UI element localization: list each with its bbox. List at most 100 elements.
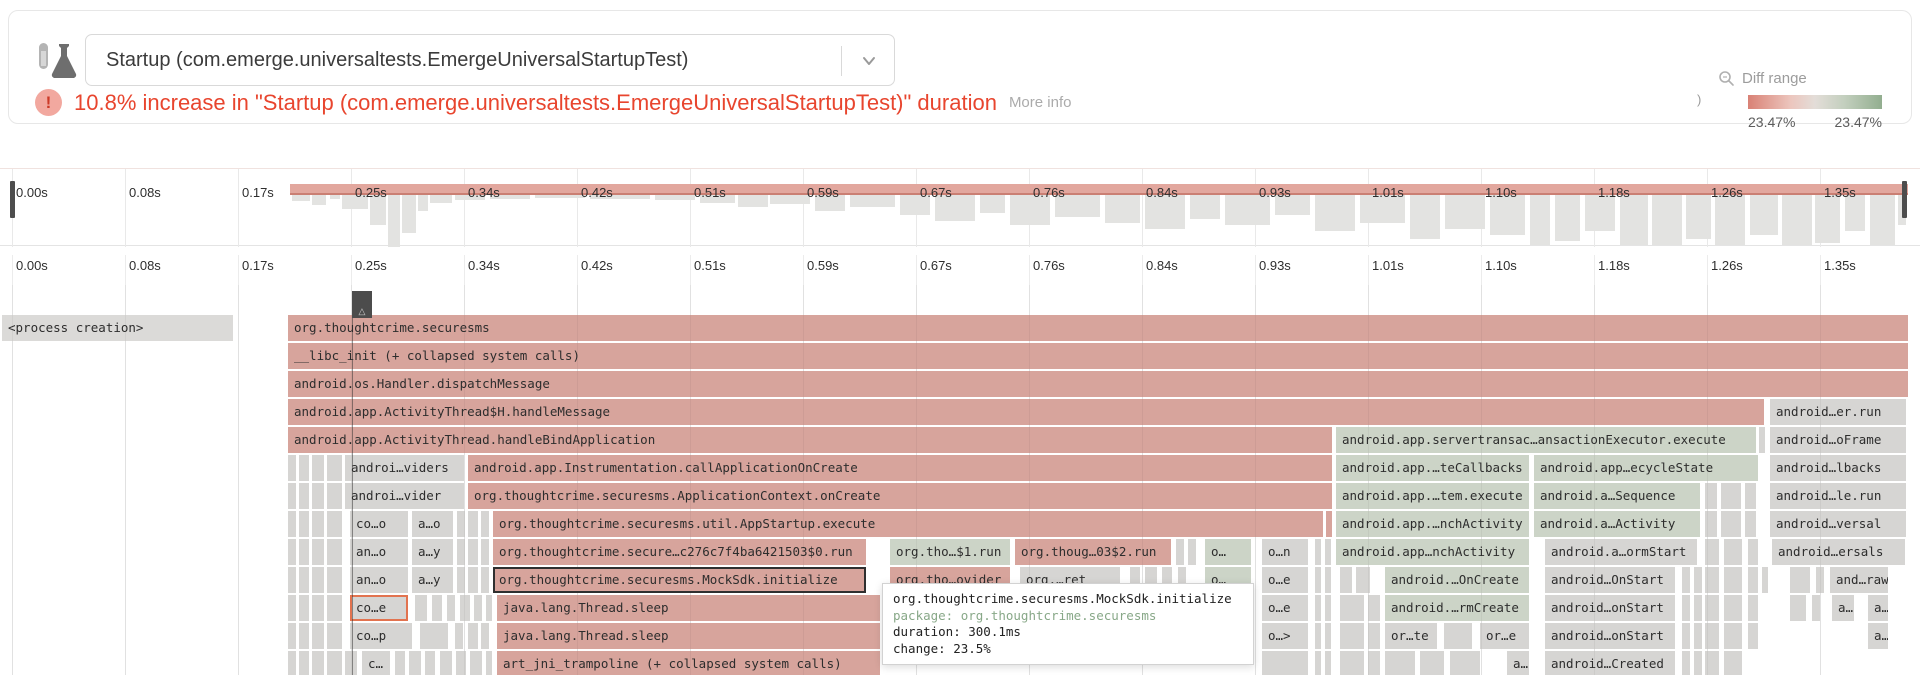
- flame-bar[interactable]: org.thoughtcrime.securesms.MockSdk.initi…: [493, 567, 866, 593]
- flame-bar[interactable]: <process creation>: [2, 315, 233, 341]
- flame-bar[interactable]: [415, 595, 427, 621]
- flame-bar[interactable]: [299, 595, 309, 621]
- flame-bar[interactable]: [327, 595, 342, 621]
- flame-bar[interactable]: [1315, 539, 1321, 565]
- flame-bar[interactable]: [288, 567, 296, 593]
- flame-bar[interactable]: [1748, 595, 1758, 621]
- flame-bar[interactable]: [327, 511, 342, 537]
- flame-bar[interactable]: [312, 651, 324, 675]
- flame-bar[interactable]: org.thoughtcrime.securesms.util.AppStart…: [493, 511, 1323, 537]
- flame-bar[interactable]: [432, 595, 442, 621]
- flame-bar[interactable]: [456, 651, 466, 675]
- flame-bar[interactable]: [1325, 539, 1331, 565]
- flame-bar[interactable]: an…o: [350, 567, 408, 593]
- flame-bar[interactable]: [1420, 651, 1444, 675]
- flame-bar[interactable]: [1694, 567, 1702, 593]
- flame-bar[interactable]: [288, 595, 296, 621]
- flame-bar[interactable]: [457, 511, 465, 537]
- flame-bar[interactable]: android…onStart: [1545, 595, 1675, 621]
- flame-bar[interactable]: android…OnStart: [1545, 567, 1675, 593]
- flame-bar[interactable]: [1748, 539, 1758, 565]
- flame-bar[interactable]: [299, 455, 309, 481]
- test-selector-dropdown[interactable]: Startup (com.emerge.universaltests.Emerg…: [85, 34, 895, 86]
- flame-bar[interactable]: android…le.run: [1770, 483, 1906, 509]
- minimap-right-handle[interactable]: [1902, 181, 1907, 218]
- flame-bar[interactable]: android…er.run: [1770, 399, 1906, 425]
- flame-bar[interactable]: [1721, 483, 1741, 509]
- flame-bar[interactable]: [1325, 623, 1331, 649]
- flame-bar[interactable]: [1759, 427, 1765, 453]
- flame-bar[interactable]: co…o: [350, 511, 408, 537]
- flame-bar[interactable]: [1694, 651, 1702, 675]
- flame-bar[interactable]: [1790, 595, 1806, 621]
- flame-bar[interactable]: [1705, 483, 1717, 509]
- flame-bar[interactable]: co…e: [350, 595, 408, 621]
- flame-bar[interactable]: [474, 595, 482, 621]
- flame-bar[interactable]: [288, 455, 296, 481]
- flame-bar[interactable]: androi…vider: [345, 483, 464, 509]
- flame-bar[interactable]: android.…rmCreate: [1385, 595, 1529, 621]
- more-info-link[interactable]: More info: [1009, 94, 1072, 111]
- flame-bar[interactable]: [1682, 567, 1690, 593]
- flame-bar[interactable]: [1340, 623, 1364, 649]
- flame-bar[interactable]: [1745, 511, 1756, 537]
- flame-bar[interactable]: [468, 567, 478, 593]
- minimap-left-handle[interactable]: [10, 181, 15, 218]
- flame-bar[interactable]: android…ersals: [1772, 539, 1905, 565]
- flame-bar[interactable]: [1724, 595, 1742, 621]
- flame-bar[interactable]: org.thoughtcrime.secure…c276c7f4ba642150…: [493, 539, 866, 565]
- flame-bar[interactable]: [327, 623, 342, 649]
- flame-bar[interactable]: [1790, 567, 1810, 593]
- flame-bar[interactable]: android…Created: [1545, 651, 1675, 675]
- flame-bar[interactable]: org.thoug…03$2.run: [1015, 539, 1171, 565]
- flame-bar[interactable]: o…n: [1262, 539, 1308, 565]
- flame-bar[interactable]: a…: [1507, 651, 1529, 675]
- flame-bar[interactable]: [1315, 651, 1321, 675]
- flame-bar[interactable]: o…e: [1262, 595, 1308, 621]
- flame-bar[interactable]: [1262, 651, 1308, 675]
- flame-bar[interactable]: [1816, 567, 1824, 593]
- flame-bar[interactable]: o…>: [1262, 623, 1308, 649]
- timeline-minimap[interactable]: 0.00s0.08s0.17s0.25s0.34s0.42s0.51s0.59s…: [0, 168, 1920, 246]
- flame-bar[interactable]: [327, 455, 342, 481]
- flame-bar[interactable]: [288, 483, 296, 509]
- flame-bar[interactable]: [299, 539, 309, 565]
- flame-bar[interactable]: [1705, 623, 1719, 649]
- flame-bar[interactable]: [1450, 651, 1480, 675]
- flame-bar[interactable]: [1385, 651, 1415, 675]
- flame-bar[interactable]: [1176, 539, 1184, 565]
- flame-bar[interactable]: [1721, 511, 1741, 537]
- flame-bar[interactable]: [481, 623, 489, 649]
- chevron-down-icon[interactable]: [860, 52, 878, 70]
- flame-bar[interactable]: [1748, 567, 1758, 593]
- flame-bar[interactable]: [457, 539, 465, 565]
- flame-bar[interactable]: java.lang.Thread.sleep: [497, 623, 880, 649]
- flame-bar[interactable]: [1188, 539, 1196, 565]
- flame-bar[interactable]: [327, 483, 342, 509]
- flame-bar[interactable]: [299, 567, 309, 593]
- flame-bar[interactable]: [1724, 651, 1742, 675]
- flame-bar[interactable]: [1724, 539, 1742, 565]
- flame-bar[interactable]: [481, 539, 489, 565]
- flame-bar[interactable]: [1705, 595, 1719, 621]
- flame-bar[interactable]: [1694, 595, 1702, 621]
- flame-bar[interactable]: [299, 511, 309, 537]
- flame-bar[interactable]: android.a…Activity: [1534, 511, 1700, 537]
- flame-bar[interactable]: android.a…ormStart: [1545, 539, 1697, 565]
- flame-bar[interactable]: a…: [1832, 595, 1854, 621]
- flame-bar[interactable]: [1356, 567, 1370, 593]
- flame-bar[interactable]: [468, 623, 478, 649]
- flame-bar[interactable]: [312, 595, 324, 621]
- flame-bar[interactable]: [1705, 511, 1717, 537]
- flame-bar[interactable]: android.app.…teCallbacks: [1336, 455, 1529, 481]
- flame-bar[interactable]: android.app.…nchActivity: [1336, 511, 1529, 537]
- flame-bar[interactable]: [1325, 567, 1331, 593]
- flame-bar[interactable]: android.app…nchActivity: [1336, 539, 1529, 565]
- flame-bar[interactable]: [1325, 651, 1331, 675]
- flame-bar[interactable]: [288, 511, 296, 537]
- flame-bar[interactable]: [1368, 595, 1380, 621]
- flame-bar[interactable]: [1682, 651, 1690, 675]
- flame-bar[interactable]: [327, 567, 342, 593]
- flame-bar[interactable]: co…p: [350, 623, 412, 649]
- flame-bar[interactable]: [1748, 623, 1758, 649]
